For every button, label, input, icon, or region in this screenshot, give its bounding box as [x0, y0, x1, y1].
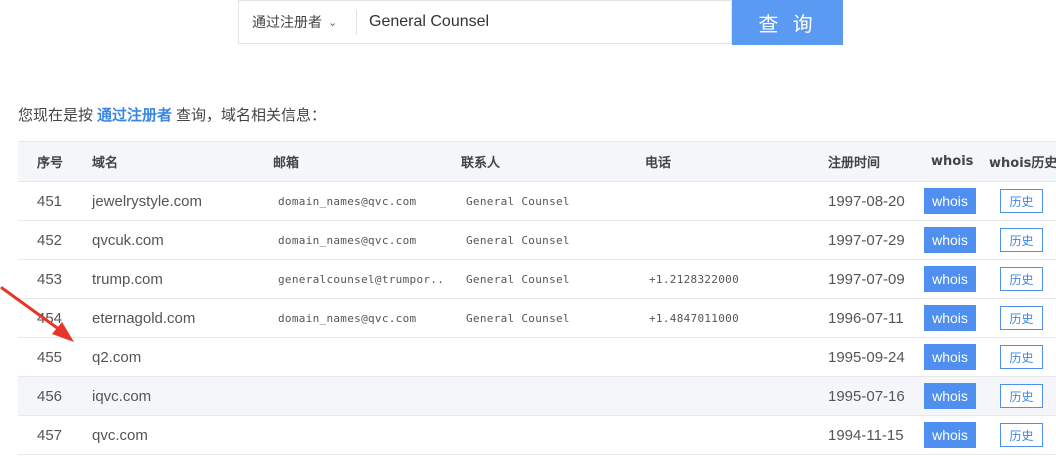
table-row: 454 eternagold.com domain_names@qvc.com … [18, 299, 1056, 338]
table-row: 453 trump.com generalcounsel@trumpor.. G… [18, 260, 1056, 299]
row-no: 455 [37, 348, 63, 366]
row-email: generalcounsel@trumpor.. [278, 272, 445, 286]
row-no: 456 [37, 387, 63, 405]
row-reg-date: 1996-07-11 [828, 309, 904, 327]
row-history-cell: 历史 [1000, 299, 1043, 337]
header-domain: 域名 [92, 156, 119, 171]
whois-button[interactable]: whois [924, 227, 976, 253]
search-button[interactable]: 查 询 [732, 0, 843, 45]
header-reg-date: 注册时间 [828, 156, 881, 171]
row-domain: jewelrystyle.com [92, 192, 203, 210]
whois-button[interactable]: whois [924, 188, 976, 214]
row-reg-date: 1995-09-24 [828, 348, 905, 366]
search-bar: 通过注册者 ⌄ [238, 0, 732, 44]
whois-button[interactable]: whois [924, 383, 976, 409]
header-whois: whois [931, 154, 974, 169]
row-email: domain_names@qvc.com [278, 194, 417, 208]
header-contact: 联系人 [461, 156, 501, 171]
row-history-cell: 历史 [1000, 338, 1043, 376]
header-history: whois历史 [989, 156, 1056, 171]
row-no: 452 [37, 231, 63, 249]
table-row: 457 qvc.com 1994-11-15 whois 历史 [18, 416, 1056, 455]
row-contact: General Counsel [466, 233, 570, 247]
row-domain: eternagold.com [92, 309, 196, 327]
row-no: 454 [37, 309, 63, 327]
row-no: 451 [37, 192, 63, 210]
row-whois-cell: whois [924, 260, 976, 298]
whois-button[interactable]: whois [924, 305, 976, 331]
row-contact: General Counsel [466, 194, 570, 208]
row-history-cell: 历史 [1000, 416, 1043, 454]
search-type-dropdown[interactable]: 通过注册者 ⌄ [239, 1, 356, 43]
whois-button[interactable]: whois [924, 266, 976, 292]
info-prefix: 您现在是按 [18, 106, 94, 124]
row-history-cell: 历史 [1000, 221, 1043, 259]
header-phone: 电话 [645, 156, 672, 171]
search-divider [356, 10, 357, 35]
header-email: 邮箱 [273, 156, 300, 171]
history-button[interactable]: 历史 [1000, 267, 1043, 291]
row-email: domain_names@qvc.com [278, 233, 417, 247]
row-whois-cell: whois [924, 182, 976, 220]
row-reg-date: 1997-07-09 [828, 270, 905, 288]
history-button[interactable]: 历史 [1000, 228, 1043, 252]
whois-button[interactable]: whois [924, 422, 976, 448]
row-reg-date: 1995-07-16 [828, 387, 905, 405]
row-no: 457 [37, 426, 63, 444]
row-reg-date: 1997-08-20 [828, 192, 905, 210]
chevron-down-icon: ⌄ [328, 15, 338, 29]
row-reg-date: 1997-07-29 [828, 231, 905, 249]
row-phone: +1.2128322000 [649, 272, 739, 286]
row-domain: qvc.com [92, 426, 148, 444]
table-row: 455 q2.com 1995-09-24 whois 历史 [18, 338, 1056, 377]
table-row: 452 qvcuk.com domain_names@qvc.com Gener… [18, 221, 1056, 260]
info-suffix: 查询，域名相关信息： [176, 106, 327, 124]
history-button[interactable]: 历史 [1000, 345, 1043, 369]
domain-table: 序号 域名 邮箱 联系人 电话 注册时间 whois whois历史 451 j… [18, 141, 1056, 457]
row-domain: iqvc.com [92, 387, 152, 405]
whois-button[interactable]: whois [924, 344, 976, 370]
row-whois-cell: whois [924, 377, 976, 415]
row-whois-cell: whois [924, 221, 976, 259]
header-no: 序号 [37, 156, 64, 171]
table-row: 451 jewelrystyle.com domain_names@qvc.co… [18, 182, 1056, 221]
row-contact: General Counsel [466, 311, 570, 325]
row-whois-cell: whois [924, 416, 976, 454]
row-email: domain_names@qvc.com [278, 311, 417, 325]
row-reg-date: 1994-11-15 [828, 426, 904, 444]
history-button[interactable]: 历史 [1000, 423, 1043, 447]
row-history-cell: 历史 [1000, 260, 1043, 298]
row-domain: q2.com [92, 348, 142, 366]
row-whois-cell: whois [924, 299, 976, 337]
table-header-row: 序号 域名 邮箱 联系人 电话 注册时间 whois whois历史 [18, 142, 1056, 182]
row-no: 453 [37, 270, 63, 288]
row-history-cell: 历史 [1000, 182, 1043, 220]
info-mode-link[interactable]: 通过注册者 [97, 106, 172, 124]
row-phone: +1.4847011000 [649, 311, 739, 325]
row-contact: General Counsel [466, 272, 570, 286]
history-button[interactable]: 历史 [1000, 189, 1043, 213]
search-input[interactable] [369, 1, 724, 43]
row-whois-cell: whois [924, 338, 976, 376]
row-history-cell: 历史 [1000, 377, 1043, 415]
history-button[interactable]: 历史 [1000, 384, 1043, 408]
history-button[interactable]: 历史 [1000, 306, 1043, 330]
table-row: 456 iqvc.com 1995-07-16 whois 历史 [18, 377, 1056, 416]
query-info-line: 您现在是按 通过注册者 查询，域名相关信息： [18, 104, 326, 125]
row-domain: qvcuk.com [92, 231, 164, 249]
search-type-label: 通过注册者 [252, 15, 322, 31]
row-domain: trump.com [92, 270, 163, 288]
